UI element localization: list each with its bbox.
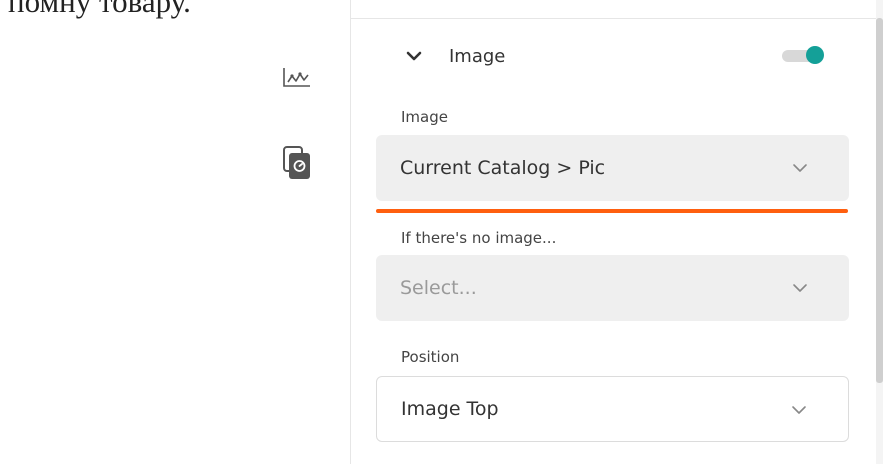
position-field-label: Position <box>401 348 460 366</box>
panel-scrollbar[interactable] <box>876 0 883 464</box>
position-value: Image Top <box>401 398 499 420</box>
toggle-knob <box>806 46 824 64</box>
panel-divider <box>351 18 876 19</box>
scrollbar-thumb[interactable] <box>876 18 883 383</box>
image-section-toggle[interactable] <box>782 46 824 64</box>
section-title: Image <box>449 45 506 67</box>
background-page-text: помну товару. <box>8 0 191 19</box>
chevron-down-icon <box>406 51 422 61</box>
image-field-label: Image <box>401 108 448 126</box>
image-source-select[interactable]: Current Catalog > Pic <box>376 135 849 201</box>
chevron-down-icon <box>792 406 806 414</box>
section-header-image[interactable]: Image <box>405 42 835 70</box>
chevron-down-icon <box>793 284 807 292</box>
chart-icon[interactable] <box>282 66 312 88</box>
no-image-placeholder: Select... <box>400 277 477 299</box>
document-gauge-icon[interactable] <box>283 146 311 180</box>
position-select[interactable]: Image Top <box>376 376 849 442</box>
focus-underline <box>376 209 848 213</box>
no-image-fallback-select[interactable]: Select... <box>376 255 849 321</box>
image-source-value: Current Catalog > Pic <box>400 157 606 179</box>
no-image-field-label: If there's no image... <box>401 229 557 247</box>
chevron-down-icon <box>793 164 807 172</box>
